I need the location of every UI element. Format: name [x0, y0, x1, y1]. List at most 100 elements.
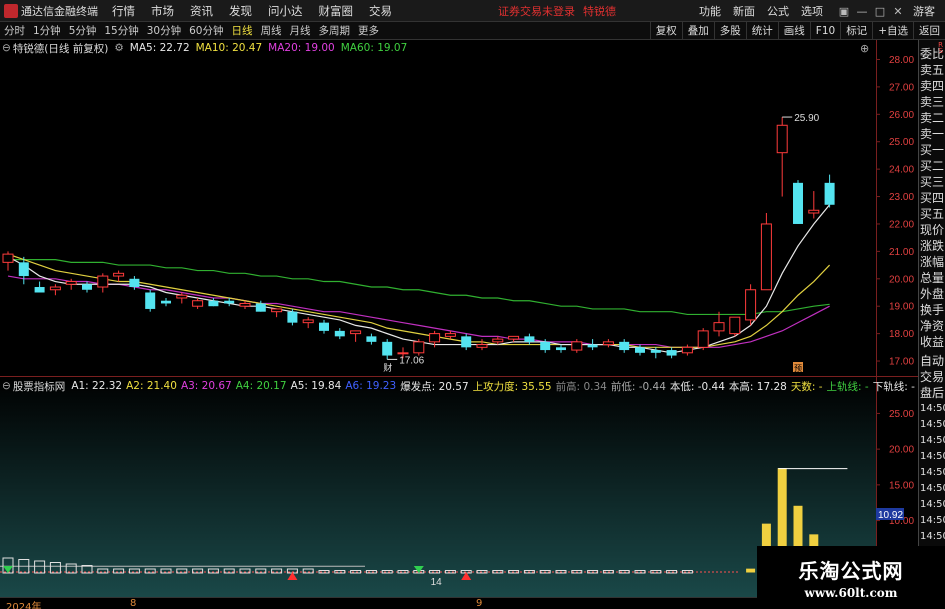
side-tag: RS [938, 41, 943, 55]
candle-body-up [776, 124, 788, 154]
period-monthly[interactable]: 月线 [286, 23, 315, 38]
indicator-item: 下轨线: - [872, 380, 915, 393]
menu-zixun[interactable]: 资讯 [190, 3, 213, 19]
minimize-icon[interactable]: — [853, 5, 871, 18]
f10-button[interactable]: F10 [809, 22, 840, 40]
price-tick-label: 20.00 [889, 274, 914, 285]
x-label-sep: 9 [476, 598, 483, 609]
price-tick-label: 26.00 [889, 110, 914, 121]
stats-button[interactable]: 统计 [745, 22, 778, 40]
indicator-item: 本高: 17.28 [728, 380, 787, 393]
trade-time-item[interactable]: 交易 [919, 369, 945, 385]
candle-body-down [34, 287, 45, 293]
menu-hangqing[interactable]: 行情 [112, 3, 135, 19]
trade-time-item[interactable]: 14:50 [919, 433, 945, 449]
indicator-bar [746, 568, 756, 573]
quote-item[interactable]: 买五 [919, 206, 945, 222]
trade-time-item[interactable]: 14:50 [919, 529, 945, 545]
indicator-name: 股票指标网 [12, 380, 66, 393]
close-icon[interactable]: ✕ [889, 5, 907, 18]
app-logo-icon [4, 3, 18, 18]
period-60min[interactable]: 60分钟 [185, 23, 227, 38]
quote-item[interactable]: 买二 [919, 158, 945, 174]
menu-gongneng[interactable]: 功能 [699, 3, 721, 19]
right-menu: 功能 新面 公式 选项 ▣ — □ ✕ 游客 [699, 0, 945, 22]
menu-xinmian[interactable]: 新面 [733, 3, 755, 19]
quote-item[interactable]: 总量 [919, 270, 945, 286]
guest-user[interactable]: 游客 [913, 3, 935, 19]
period-daily[interactable]: 日线 [228, 23, 257, 38]
period-1min[interactable]: 1分钟 [29, 23, 65, 38]
quote-item[interactable]: 买三 [919, 174, 945, 190]
chart-toolbar: 复权 叠加 多股 统计 画线 F10 标记 +自选 返回 [649, 22, 945, 40]
period-30min[interactable]: 30分钟 [143, 23, 185, 38]
trade-time-item[interactable]: 14:50 [919, 497, 945, 513]
chart-canvas[interactable]: 28.00 27.00 26.00 25.00 24.00 23.00 22.00 21.00… [0, 40, 918, 597]
low-label: 17.06 [399, 355, 424, 366]
quote-panel: 委比 卖五 卖四 卖三 卖二 卖一 买一 买二 买三 买四 买五 现价 涨跌 涨幅 总量 外盘 换手 净资 收益 自… [918, 40, 945, 609]
trade-time-item[interactable]: 14:50 [919, 513, 945, 529]
back-button[interactable]: 返回 [913, 22, 945, 40]
quote-item[interactable]: 卖三 [919, 94, 945, 110]
quote-item[interactable]: 收益 [919, 334, 945, 350]
menu-xuanxiang[interactable]: 选项 [801, 3, 823, 19]
fuquan-button[interactable]: 复权 [649, 22, 682, 40]
period-15min[interactable]: 15分钟 [100, 23, 142, 38]
quote-item[interactable]: 买四 [919, 190, 945, 206]
quote-item[interactable]: 卖二 [919, 110, 945, 126]
window-menu-icon[interactable]: ▣ [835, 5, 853, 18]
candle-body-down [224, 300, 235, 304]
indicator-item: 爆发点: 20.57 [400, 380, 469, 393]
period-multi[interactable]: 多周期 [315, 23, 355, 38]
high-label: 25.90 [794, 113, 819, 124]
trade-time-item[interactable]: 14:50 [919, 417, 945, 433]
menu-gongshi[interactable]: 公式 [767, 3, 789, 19]
quote-item[interactable]: 涨幅 [919, 254, 945, 270]
period-5min[interactable]: 5分钟 [65, 23, 101, 38]
login-notice[interactable]: 证券交易未登录 [498, 3, 575, 19]
quote-item[interactable]: 卖五 [919, 62, 945, 78]
candle-body-up [49, 286, 61, 291]
collapse-icon[interactable]: ⊖ [2, 42, 11, 54]
menu-shichang[interactable]: 市场 [151, 3, 174, 19]
period-weekly[interactable]: 周线 [257, 23, 286, 38]
quote-item[interactable]: 买一 [919, 142, 945, 158]
indicator-item: A2: 21.40 [126, 380, 177, 392]
trade-time-item[interactable]: 14:50 [919, 481, 945, 497]
menu-wenxiaoda[interactable]: 问小达 [268, 3, 303, 19]
indicator-collapse-icon[interactable]: ⊖ [2, 380, 11, 392]
trade-time-item[interactable]: 14:50 [919, 449, 945, 465]
trade-time-item[interactable]: 14:50 [919, 401, 945, 417]
period-more[interactable]: 更多 [354, 23, 383, 38]
overlay-button[interactable]: 叠加 [681, 22, 714, 40]
quote-item[interactable]: 净资 [919, 318, 945, 334]
menu-jiaoyi[interactable]: 交易 [369, 3, 392, 19]
candle-body-up [713, 322, 725, 332]
candle-body-down [540, 341, 551, 351]
trade-time-item[interactable]: 自动 [919, 353, 945, 369]
trade-time-item[interactable]: 盘后 [919, 385, 945, 401]
mark-button[interactable]: 标记 [840, 22, 872, 40]
add-watchlist-button[interactable]: +自选 [872, 22, 913, 40]
period-fenshi[interactable]: 分时 [0, 23, 29, 38]
maximize-icon[interactable]: □ [871, 5, 889, 18]
zoom-icon[interactable]: ⊕ [860, 42, 869, 55]
menu-caifuquan[interactable]: 财富圈 [319, 3, 354, 19]
quote-item[interactable]: 现价 [919, 222, 945, 238]
multi-stock-button[interactable]: 多股 [713, 22, 746, 40]
ma20-label: MA20: 19.00 [268, 42, 335, 54]
quote-item[interactable]: 换手 [919, 302, 945, 318]
quote-item[interactable]: 外盘 [919, 286, 945, 302]
quote-item[interactable]: 卖四 [919, 78, 945, 94]
candle-body-up [571, 341, 583, 351]
settings-icon[interactable]: ⚙ [114, 42, 123, 54]
menu-faxian[interactable]: 发现 [229, 3, 252, 19]
quote-item[interactable]: 涨跌 [919, 238, 945, 254]
ma5-label: MA5: 22.72 [129, 42, 190, 54]
draw-line-button[interactable]: 画线 [777, 22, 810, 40]
candle-body-up [271, 308, 283, 313]
candle-body-down [587, 344, 598, 348]
quote-item[interactable]: 卖一 [919, 126, 945, 142]
trade-time-item[interactable]: 14:50 [919, 465, 945, 481]
indicator-tick-label: 15.00 [889, 480, 914, 491]
